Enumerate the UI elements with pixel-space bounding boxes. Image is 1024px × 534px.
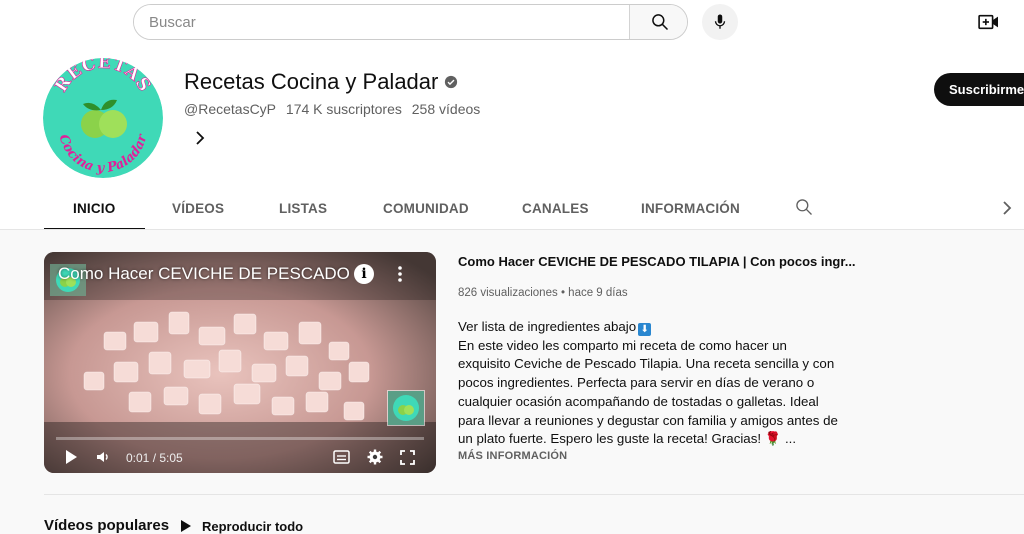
- subscriber-count: 174 K suscriptores: [285, 101, 402, 117]
- chevron-right-icon[interactable]: [190, 128, 210, 148]
- play-all-label: Reproducir todo: [202, 518, 304, 534]
- play-all-button[interactable]: Reproducir todo: [180, 518, 303, 534]
- arrow-down-icon: ⬇: [638, 323, 652, 336]
- tab-listas[interactable]: LISTAS: [279, 186, 327, 230]
- featured-video-title[interactable]: Como Hacer CEVICHE DE PESCADO TILAPIA | …: [458, 254, 856, 269]
- channel-avatar[interactable]: RECETAS Cocina y Paladar: [43, 58, 163, 178]
- tab-comunidad[interactable]: COMUNIDAD: [383, 186, 469, 230]
- top-bar: [0, 0, 1024, 44]
- view-count: 826 visualizaciones: [458, 287, 558, 299]
- channel-name: Recetas Cocina y Paladar: [184, 69, 439, 94]
- subtitles-icon[interactable]: [333, 450, 350, 464]
- search-box: [133, 4, 688, 40]
- info-icon[interactable]: i: [354, 264, 374, 284]
- upload-age: hace 9 días: [568, 287, 628, 299]
- channel-watermark-corner: [387, 390, 425, 426]
- video-progress-bar[interactable]: [56, 437, 424, 440]
- search-input[interactable]: [134, 5, 629, 39]
- microphone-icon: [714, 14, 726, 29]
- description-line: En este video les comparto mi receta de …: [458, 337, 787, 353]
- player-controls: 0:01 / 5:05: [44, 442, 436, 473]
- featured-video-description: Ver lista de ingredientes abajo ⬇ En este…: [458, 318, 838, 449]
- tab-videos[interactable]: VÍDEOS: [172, 186, 224, 230]
- play-icon[interactable]: [64, 449, 78, 465]
- gear-icon[interactable]: [367, 449, 383, 465]
- description-line: exquisito Ceviche de Pescado Tilapia. Un…: [458, 356, 835, 372]
- channel-meta: @RecetasCyP 174 K suscriptores 258 vídeo…: [184, 101, 486, 117]
- description-line: un plato fuerte. Espero les guste la rec…: [458, 431, 797, 447]
- search-icon[interactable]: [794, 197, 814, 217]
- player-time: 0:01 / 5:05: [126, 451, 183, 465]
- tab-inicio[interactable]: INICIO: [73, 186, 115, 230]
- search-button[interactable]: [629, 5, 687, 39]
- tab-canales[interactable]: CANALES: [522, 186, 589, 230]
- chevron-right-icon[interactable]: [998, 198, 1016, 218]
- tabs-divider: [0, 229, 1024, 230]
- description-line: para llevar a reuniones y degustar con f…: [458, 412, 838, 428]
- section-divider: [44, 494, 1024, 495]
- more-options-icon[interactable]: [394, 264, 406, 284]
- player-video-title[interactable]: Como Hacer CEVICHE DE PESCADO ...: [58, 264, 369, 284]
- voice-search-button[interactable]: [702, 4, 738, 40]
- description-line: Ver lista de ingredientes abajo: [458, 319, 637, 334]
- featured-video-meta: 826 visualizaciones • hace 9 días: [458, 287, 628, 299]
- search-icon: [651, 14, 668, 31]
- channel-tabs: INICIO VÍDEOS LISTAS COMUNIDAD CANALES I…: [0, 186, 1024, 230]
- tab-informacion[interactable]: INFORMACIÓN: [641, 186, 740, 230]
- verified-check-icon: [444, 75, 458, 89]
- more-info-link[interactable]: MÁS INFORMACIÓN: [458, 450, 567, 462]
- channel-logo: RECETAS Cocina y Paladar: [43, 58, 163, 178]
- create-button[interactable]: [976, 9, 1002, 35]
- fullscreen-icon[interactable]: [400, 450, 415, 465]
- volume-icon[interactable]: [96, 449, 112, 465]
- popular-videos-title: Vídeos populares: [44, 517, 170, 534]
- video-camera-plus-icon: [978, 14, 998, 30]
- description-line: pocos ingredientes. Perfecta para servir…: [458, 375, 815, 391]
- description-line: cualquier ocasión acompañando de tostada…: [458, 393, 819, 409]
- channel-handle: @RecetasCyP: [184, 101, 277, 117]
- subscribe-button[interactable]: Suscribirme: [934, 73, 1024, 106]
- video-count: 258 vídeos: [411, 101, 481, 117]
- featured-video-player[interactable]: Como Hacer CEVICHE DE PESCADO ... i 0:01…: [44, 252, 436, 473]
